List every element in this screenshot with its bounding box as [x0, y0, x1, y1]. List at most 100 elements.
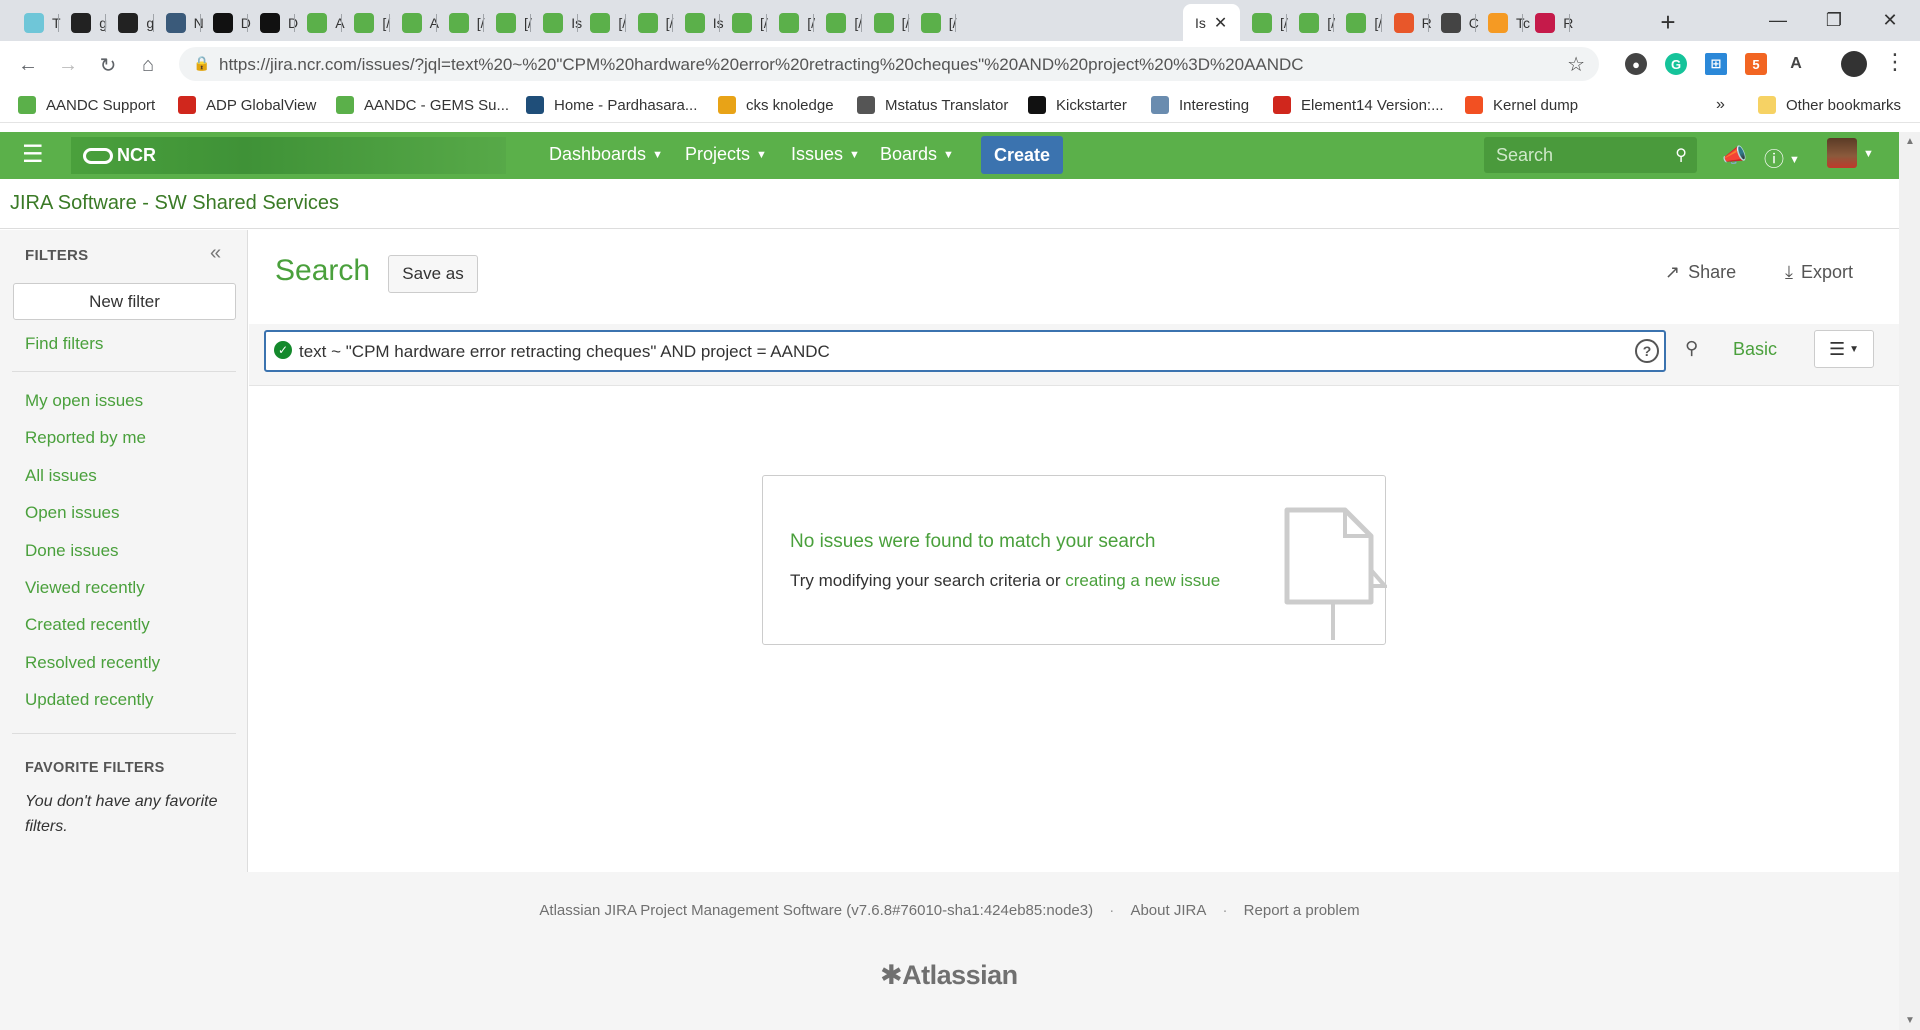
megaphone-icon[interactable]: 📣 [1722, 143, 1747, 168]
browser-tab-active[interactable]: Is ✕ [1183, 4, 1240, 41]
browser-tab[interactable]: [/ [1287, 4, 1335, 41]
bookmark-item[interactable]: ADP GlobalView [178, 93, 316, 117]
save-as-button[interactable]: Save as [388, 255, 478, 293]
forward-button[interactable]: → [52, 49, 84, 81]
filter-created-recently[interactable]: Created recently [25, 615, 150, 635]
help-menu-icon[interactable]: ⓘ ▼ [1764, 143, 1800, 172]
browser-menu-icon[interactable]: ⋮ [1884, 49, 1906, 75]
browser-tab[interactable]: C [1429, 4, 1479, 41]
close-tab-icon[interactable]: ✕ [1214, 13, 1227, 33]
filter-done-issues[interactable]: Done issues [25, 541, 119, 561]
scroll-up-icon[interactable]: ▲ [1905, 136, 1915, 147]
font-extension-icon[interactable]: A [1785, 53, 1807, 75]
bookmark-item[interactable]: Mstatus Translator [857, 93, 1008, 117]
browser-tab[interactable]: N [154, 4, 204, 41]
find-filters-link[interactable]: Find filters [25, 334, 103, 354]
browser-tab[interactable]: [/ [909, 4, 957, 41]
basic-mode-link[interactable]: Basic [1733, 339, 1777, 360]
browser-tab[interactable]: [/ [814, 4, 862, 41]
search-submit-icon[interactable]: ⚲ [1685, 338, 1698, 359]
filter-updated-recently[interactable]: Updated recently [25, 690, 154, 710]
user-avatar[interactable] [1827, 138, 1857, 168]
browser-tab[interactable]: [/ [437, 4, 485, 41]
nav-issues-dropdown[interactable]: Issues ▼ [791, 144, 860, 165]
restore-button[interactable]: ❐ [1806, 0, 1862, 41]
windows-extension-icon[interactable]: ⊞ [1705, 53, 1727, 75]
chevron-down-icon[interactable]: ▼ [1863, 148, 1874, 160]
filter-resolved-recently[interactable]: Resolved recently [25, 653, 160, 673]
filter-open-issues[interactable]: Open issues [25, 503, 120, 523]
bookmark-item[interactable]: cks knoledge [718, 93, 834, 117]
nav-boards-dropdown[interactable]: Boards ▼ [880, 144, 954, 165]
project-bar: JIRA Software - SW Shared Services [0, 179, 1899, 229]
scroll-down-icon[interactable]: ▼ [1905, 1015, 1915, 1026]
atlassian-logo[interactable]: ✱Atlassian [880, 960, 1018, 991]
bookmark-item[interactable]: Kickstarter [1028, 93, 1127, 117]
browser-tab[interactable]: R [1523, 4, 1573, 41]
filter-my-open-issues[interactable]: My open issues [25, 391, 143, 411]
browser-tab[interactable]: A [390, 4, 439, 41]
bookmark-item[interactable]: Element14 Version:... [1273, 93, 1444, 117]
header-search-input[interactable]: Search ⚲ [1484, 137, 1697, 173]
browser-tab[interactable]: A [295, 4, 345, 41]
bookmark-item[interactable]: Home - Pardhasara... [526, 93, 697, 117]
bookmark-item[interactable]: Kernel dump [1465, 93, 1578, 117]
collapse-sidebar-icon[interactable]: « [210, 242, 221, 265]
back-button[interactable]: ← [12, 49, 44, 81]
browser-tab[interactable]: [/ [720, 4, 768, 41]
project-title[interactable]: JIRA Software - SW Shared Services [10, 192, 339, 215]
browser-tab[interactable]: Is [531, 4, 582, 41]
bookmark-item[interactable]: AANDC - GEMS Su... [336, 93, 509, 117]
layout-switcher-button[interactable]: ☰ ▼ [1814, 330, 1874, 368]
grammarly-icon[interactable]: G [1665, 53, 1687, 75]
create-button[interactable]: Create [981, 136, 1063, 174]
create-new-issue-link[interactable]: creating a new issue [1065, 571, 1220, 590]
menu-icon[interactable]: ☰ [22, 143, 46, 167]
home-button[interactable]: ⌂ [132, 49, 164, 81]
browser-tab[interactable]: [/ [1334, 4, 1382, 41]
reload-button[interactable]: ↻ [92, 49, 124, 81]
nav-projects-dropdown[interactable]: Projects ▼ [685, 144, 767, 165]
ncr-logo[interactable]: NCR [71, 137, 506, 174]
jql-query-input[interactable]: ✓ text ~ "CPM hardware error retracting … [264, 330, 1666, 372]
minimize-button[interactable]: — [1750, 0, 1806, 41]
new-filter-button[interactable]: New filter [13, 283, 236, 320]
close-window-button[interactable]: ✕ [1862, 0, 1918, 41]
lock-icon[interactable]: 🔒 [193, 55, 210, 72]
browser-tab[interactable]: Is [673, 4, 724, 41]
bookmark-star-icon[interactable]: ☆ [1567, 52, 1585, 77]
extension-circle-icon[interactable]: ● [1625, 53, 1647, 75]
browser-tab[interactable]: D [201, 4, 251, 41]
browser-tab[interactable]: [/ [342, 4, 390, 41]
export-button[interactable]: ⤓ Export [1785, 262, 1853, 283]
profile-avatar-icon[interactable] [1841, 51, 1867, 77]
browser-tab[interactable]: [/ [484, 4, 532, 41]
browser-tab[interactable]: [/ [626, 4, 673, 41]
about-jira-link[interactable]: About JIRA [1130, 902, 1206, 919]
filter-viewed-recently[interactable]: Viewed recently [25, 578, 145, 598]
bookmark-item[interactable]: Interesting [1151, 93, 1249, 117]
address-bar[interactable]: 🔒 https://jira.ncr.com/issues/?jql=text%… [179, 47, 1599, 81]
browser-tab[interactable]: [/ [767, 4, 815, 41]
share-button[interactable]: ↗ Share [1665, 262, 1736, 283]
browser-tab[interactable]: T [12, 4, 61, 41]
bookmark-item[interactable]: AANDC Support [18, 93, 155, 117]
report-problem-link[interactable]: Report a problem [1244, 902, 1360, 919]
html5-extension-icon[interactable]: 5 [1745, 53, 1767, 75]
browser-tab[interactable]: [/ [578, 4, 626, 41]
browser-tab[interactable]: g [59, 4, 107, 41]
filter-reported-by-me[interactable]: Reported by me [25, 428, 146, 448]
browser-tab[interactable]: [/ [1240, 4, 1288, 41]
browser-tab[interactable]: D [248, 4, 298, 41]
browser-tab[interactable]: g [106, 4, 154, 41]
browser-tab[interactable]: R [1382, 4, 1432, 41]
bookmarks-overflow-button[interactable]: » [1716, 93, 1725, 117]
page-scrollbar[interactable]: ▲ ▼ [1899, 132, 1920, 1030]
new-tab-button[interactable]: + [1652, 6, 1684, 38]
nav-dashboards-dropdown[interactable]: Dashboards ▼ [549, 144, 663, 165]
other-bookmarks[interactable]: Other bookmarks [1758, 93, 1901, 117]
jql-help-icon[interactable]: ? [1635, 339, 1659, 363]
footer-version[interactable]: Atlassian JIRA Project Management Softwa… [539, 902, 1093, 919]
filter-all-issues[interactable]: All issues [25, 466, 97, 486]
browser-tab[interactable]: [/ [862, 4, 909, 41]
